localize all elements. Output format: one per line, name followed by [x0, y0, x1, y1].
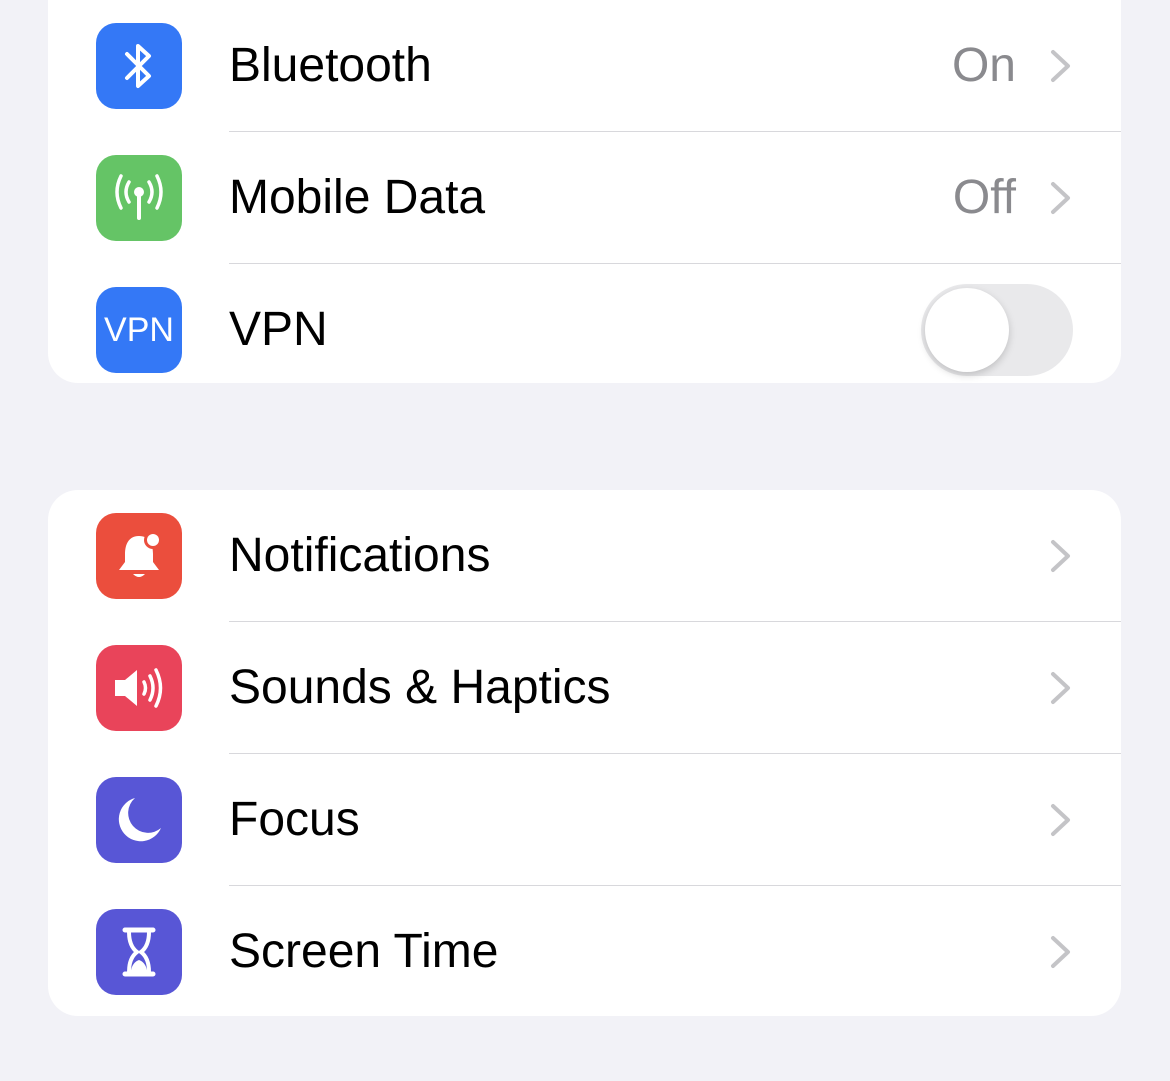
screen-time-row[interactable]: Screen Time — [48, 886, 1121, 1016]
vpn-icon: VPN — [96, 287, 182, 373]
chevron-right-icon — [1051, 672, 1070, 704]
antenna-icon — [96, 155, 182, 241]
bluetooth-label: Bluetooth — [229, 39, 432, 92]
screen-time-label: Screen Time — [229, 925, 499, 978]
speaker-icon — [96, 645, 182, 731]
toggle-knob — [925, 288, 1009, 372]
sounds-haptics-row[interactable]: Sounds & Haptics — [48, 622, 1121, 754]
vpn-label: VPN — [229, 303, 328, 356]
focus-label: Focus — [229, 793, 360, 846]
mobile-data-value: Off — [952, 171, 1016, 224]
bluetooth-icon — [96, 23, 182, 109]
moon-icon — [96, 777, 182, 863]
sounds-haptics-label: Sounds & Haptics — [229, 661, 611, 714]
chevron-right-icon — [1051, 540, 1070, 572]
bluetooth-row[interactable]: Bluetooth On — [48, 0, 1121, 132]
vpn-icon-text: VPN — [104, 310, 174, 349]
connectivity-group: Bluetooth On Mobile Data Off VPN VPN — [48, 0, 1121, 383]
general-group: Notifications Sounds & Haptics Focus Scr… — [48, 490, 1121, 1016]
vpn-row: VPN VPN — [48, 264, 1121, 383]
chevron-right-icon — [1051, 50, 1070, 82]
bell-badge-icon — [96, 513, 182, 599]
bluetooth-value: On — [951, 39, 1016, 92]
hourglass-icon — [96, 909, 182, 995]
vpn-toggle[interactable] — [921, 284, 1073, 376]
mobile-data-label: Mobile Data — [229, 171, 486, 224]
focus-row[interactable]: Focus — [48, 754, 1121, 886]
chevron-right-icon — [1051, 936, 1070, 968]
mobile-data-row[interactable]: Mobile Data Off — [48, 132, 1121, 264]
notifications-row[interactable]: Notifications — [48, 490, 1121, 622]
chevron-right-icon — [1051, 804, 1070, 836]
notifications-label: Notifications — [229, 529, 491, 582]
chevron-right-icon — [1051, 182, 1070, 214]
